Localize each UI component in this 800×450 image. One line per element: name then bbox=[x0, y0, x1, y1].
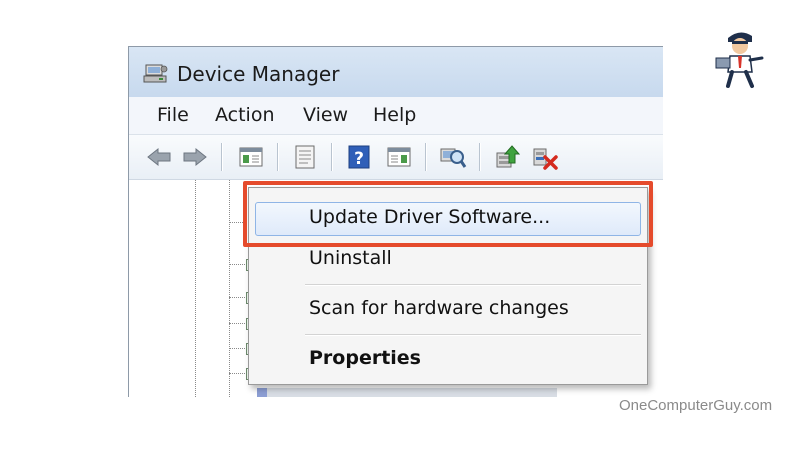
uninstall-device-icon[interactable] bbox=[531, 143, 559, 171]
window-title: Device Manager bbox=[177, 62, 340, 86]
tree-connector bbox=[229, 373, 245, 374]
tree-connector bbox=[229, 264, 245, 265]
help-icon[interactable]: ? bbox=[345, 143, 373, 171]
menu-separator bbox=[305, 334, 641, 335]
tree-guide-line bbox=[229, 180, 230, 397]
menu-view[interactable]: View bbox=[303, 104, 348, 126]
show-hide-action-pane-icon[interactable] bbox=[385, 143, 413, 171]
watermark-text: OneComputerGuy.com bbox=[619, 397, 773, 414]
update-driver-icon[interactable] bbox=[493, 143, 521, 171]
menu-item-uninstall[interactable]: Uninstall bbox=[309, 247, 392, 269]
toolbar-separator bbox=[221, 143, 222, 171]
properties-icon[interactable] bbox=[291, 143, 319, 171]
menu-bar: File Action View Help bbox=[129, 97, 663, 135]
toolbar-separator bbox=[277, 143, 278, 171]
menu-separator bbox=[305, 284, 641, 285]
menu-item-properties[interactable]: Properties bbox=[309, 347, 421, 369]
tree-guide-line bbox=[195, 180, 196, 397]
forward-arrow-icon[interactable] bbox=[181, 143, 209, 171]
toolbar-separator bbox=[425, 143, 426, 171]
toolbar-separator bbox=[331, 143, 332, 171]
tree-item-blurred bbox=[257, 388, 557, 397]
menu-file[interactable]: File bbox=[157, 104, 189, 126]
menu-item-scan-for-hardware-changes[interactable]: Scan for hardware changes bbox=[309, 297, 569, 319]
toolbar-separator bbox=[479, 143, 480, 171]
onecomputerguy-logo bbox=[715, 32, 764, 88]
toolbar: ? bbox=[129, 135, 663, 180]
tree-connector bbox=[229, 323, 245, 324]
annotation-highlight-box bbox=[243, 181, 653, 247]
tree-connector bbox=[229, 348, 245, 349]
show-hide-console-tree-icon[interactable] bbox=[237, 143, 265, 171]
svg-text:?: ? bbox=[354, 149, 364, 169]
title-bar[interactable]: Device Manager bbox=[129, 47, 663, 97]
menu-action[interactable]: Action bbox=[215, 104, 275, 126]
scan-hardware-changes-icon[interactable] bbox=[439, 143, 467, 171]
device-manager-icon bbox=[143, 64, 168, 83]
menu-help[interactable]: Help bbox=[373, 104, 416, 126]
tree-connector bbox=[229, 297, 245, 298]
back-arrow-icon[interactable] bbox=[145, 143, 173, 171]
